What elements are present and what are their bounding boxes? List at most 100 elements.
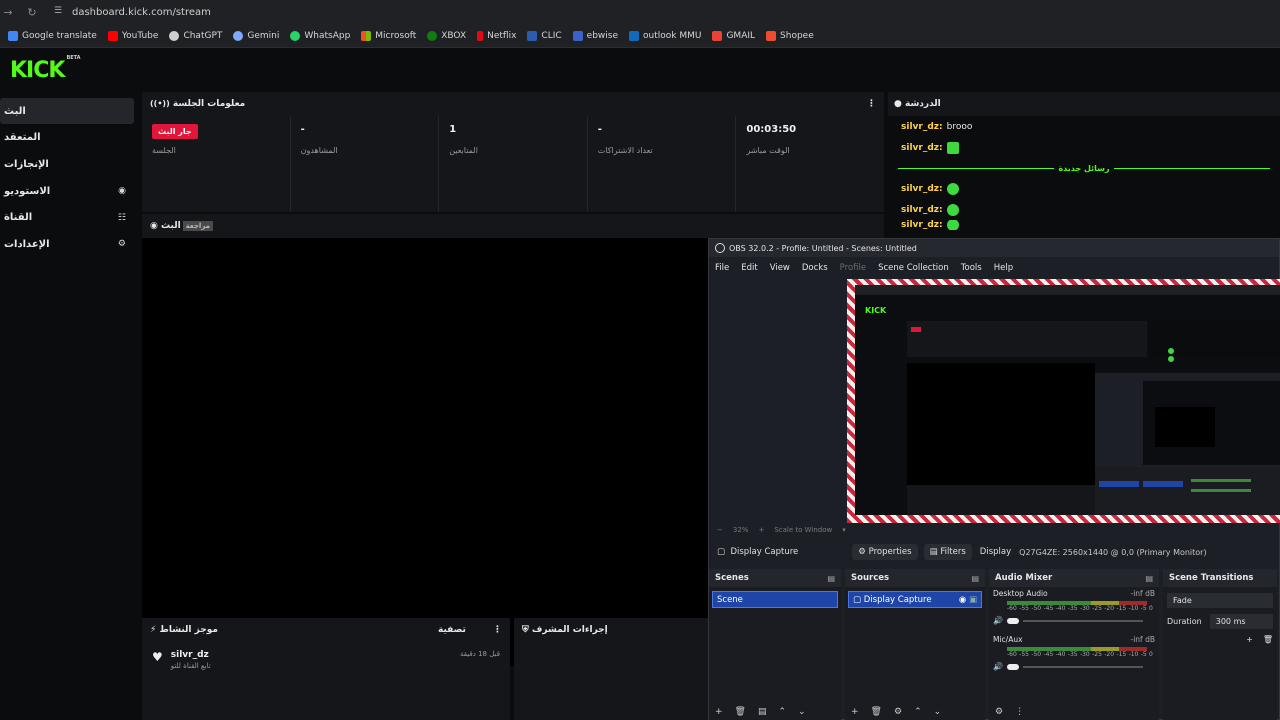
dock-menu-icon[interactable]: ▤ [971, 574, 979, 583]
bookmark-whatsapp[interactable]: WhatsApp [290, 30, 350, 41]
bookmark-google-translate[interactable]: Google translate [8, 30, 97, 41]
scale-tick: -25 [1092, 651, 1102, 658]
down-arrow-icon[interactable]: ⌄ [934, 707, 942, 717]
sidebar-item-settings[interactable]: الإعدادات ⚙ [0, 231, 134, 257]
bookmark-gemini[interactable]: Gemini [233, 30, 279, 41]
volume-slider[interactable] [1022, 665, 1143, 668]
dock-menu-icon[interactable]: ▤ [827, 574, 835, 583]
sidebar-item-contract[interactable]: المتعقد [0, 125, 134, 151]
transition-select[interactable]: Fade [1167, 593, 1273, 608]
properties-button[interactable]: ⚙ Properties [852, 544, 918, 560]
chat-username[interactable]: silvr_dz: [901, 122, 943, 132]
bookmark-outlook[interactable]: outlook MMU [629, 30, 701, 41]
chevron-down-icon[interactable]: ▾ [842, 526, 846, 534]
bookmark-chatgpt[interactable]: ChatGPT [169, 30, 222, 41]
display-select[interactable]: Q27G4ZE: 2560x1440 @ 0,0 (Primary Monito… [1019, 548, 1206, 557]
zoom-in-icon[interactable]: + [758, 526, 764, 534]
menu-view[interactable]: View [770, 263, 790, 273]
obs-window: OBS 32.0.2 - Profile: Untitled - Scenes:… [708, 238, 1280, 720]
bookmark-gmail[interactable]: GMAIL [712, 30, 756, 41]
trash-icon[interactable]: 🗑 [1263, 635, 1273, 644]
chat-username[interactable]: silvr_dz: [901, 184, 943, 194]
trash-icon[interactable]: 🗑 [871, 707, 882, 717]
forward-icon[interactable]: → [0, 6, 16, 19]
scale-mode-select[interactable]: Scale to Window [774, 526, 832, 534]
lightning-icon: ⚡ [150, 625, 157, 635]
bookmark-xbox[interactable]: XBOX [427, 30, 466, 41]
reload-icon[interactable]: ↻ [24, 6, 40, 19]
bookmark-ebwise[interactable]: ebwise [572, 30, 618, 41]
speaker-icon[interactable]: 🔊 [993, 662, 1003, 671]
menu-tools[interactable]: Tools [961, 263, 982, 273]
zoom-out-icon[interactable]: − [717, 526, 723, 534]
sidebar-item-label: البث [4, 105, 26, 117]
scale-tick: -35 [1067, 651, 1078, 658]
sidebar-item-channel[interactable]: القناة ☷ [0, 205, 134, 231]
stat-value: - [597, 124, 602, 135]
bookmark-clic[interactable]: CLIC [527, 30, 562, 41]
obs-menubar: File Edit View Docks Profile Scene Colle… [709, 257, 1279, 279]
panel-title: موجز النشاط [159, 625, 218, 635]
volume-slider-handle[interactable] [1006, 617, 1019, 624]
up-arrow-icon[interactable]: ⌃ [779, 707, 787, 717]
menu-file[interactable]: File [715, 263, 729, 273]
source-item[interactable]: ▢ Display Capture ◉ ▣ [848, 591, 982, 608]
volume-slider[interactable] [1022, 619, 1143, 622]
menu-help[interactable]: Help [994, 263, 1013, 273]
url-text[interactable]: dashboard.kick.com/stream [72, 7, 211, 18]
more-options-icon[interactable]: ⋮ [493, 625, 502, 635]
chat-username[interactable]: silvr_dz: [901, 205, 943, 215]
lock-icon[interactable]: ▣ [969, 595, 977, 605]
bookmark-netflix[interactable]: Netflix [477, 30, 517, 41]
sidebar-item-stream[interactable]: البث [0, 98, 134, 124]
channel-icon: ☷ [117, 212, 126, 223]
source-toolbar: ▢ Display Capture ⚙ Properties ▤ Filters… [709, 541, 1280, 563]
menu-edit[interactable]: Edit [741, 263, 757, 273]
sidebar-item-achievements[interactable]: الإنجازات [0, 151, 134, 177]
site-info-icon[interactable]: ☰ [54, 6, 66, 18]
chat-username[interactable]: silvr_dz: [901, 220, 943, 230]
obs-titlebar[interactable]: OBS 32.0.2 - Profile: Untitled - Scenes:… [709, 239, 1279, 257]
scale-tick: -55 [1019, 651, 1029, 658]
bookmark-label: GMAIL [726, 30, 756, 41]
trash-icon[interactable]: 🗑 [735, 707, 746, 717]
scene-item[interactable]: Scene [712, 591, 838, 608]
scale-tick: -60 [1007, 651, 1017, 658]
dock-menu-icon[interactable]: ▤ [1145, 574, 1153, 583]
sidebar-item-studio[interactable]: الاستوديو ◉ [0, 178, 134, 204]
volume-slider-handle[interactable] [1006, 663, 1019, 670]
window-title: OBS 32.0.2 - Profile: Untitled - Scenes:… [729, 243, 917, 253]
chat-username[interactable]: silvr_dz: [901, 143, 943, 153]
bookmark-microsoft[interactable]: Microsoft [361, 30, 417, 41]
down-arrow-icon[interactable]: ⌄ [798, 707, 806, 717]
duration-input[interactable]: 300 ms [1209, 614, 1273, 629]
bookmark-youtube[interactable]: YouTube [107, 30, 158, 41]
menu-docks[interactable]: Docks [802, 263, 828, 273]
add-icon[interactable]: + [851, 707, 859, 717]
filter-icon[interactable]: ▤ [758, 707, 767, 717]
menu-profile[interactable]: Profile [840, 263, 866, 273]
gear-icon[interactable]: ⚙ [894, 707, 902, 717]
speaker-icon[interactable]: 🔊 [993, 616, 1003, 625]
add-icon[interactable]: + [1246, 635, 1253, 644]
review-tag[interactable]: مراجعة [182, 221, 214, 231]
bookmark-label: Netflix [487, 30, 517, 41]
bookmark-label: Microsoft [375, 30, 417, 41]
kick-logo[interactable]: KICKBETA [10, 55, 81, 83]
scale-tick: -20 [1104, 605, 1115, 612]
advanced-audio-icon[interactable]: ⚙ [995, 707, 1003, 717]
filter-button[interactable]: تصفية [438, 625, 466, 635]
filters-button[interactable]: ▤ Filters [923, 544, 972, 560]
menu-scene-collection[interactable]: Scene Collection [878, 263, 949, 273]
more-options-icon[interactable]: ⋮ [1015, 707, 1024, 717]
add-icon[interactable]: + [715, 707, 723, 717]
preview-header: ◉ البث مراجعة [142, 214, 884, 238]
more-options-icon[interactable]: ⋮ [867, 99, 876, 109]
scale-tick: -40 [1055, 651, 1066, 658]
zoom-level: 32% [732, 526, 749, 534]
up-arrow-icon[interactable]: ⌃ [914, 707, 922, 717]
obs-preview-canvas[interactable]: KICK [709, 279, 1280, 523]
bookmark-shopee[interactable]: Shopee [766, 30, 814, 41]
activity-user[interactable]: silvr_dz [171, 650, 211, 660]
eye-icon[interactable]: ◉ [959, 595, 966, 605]
